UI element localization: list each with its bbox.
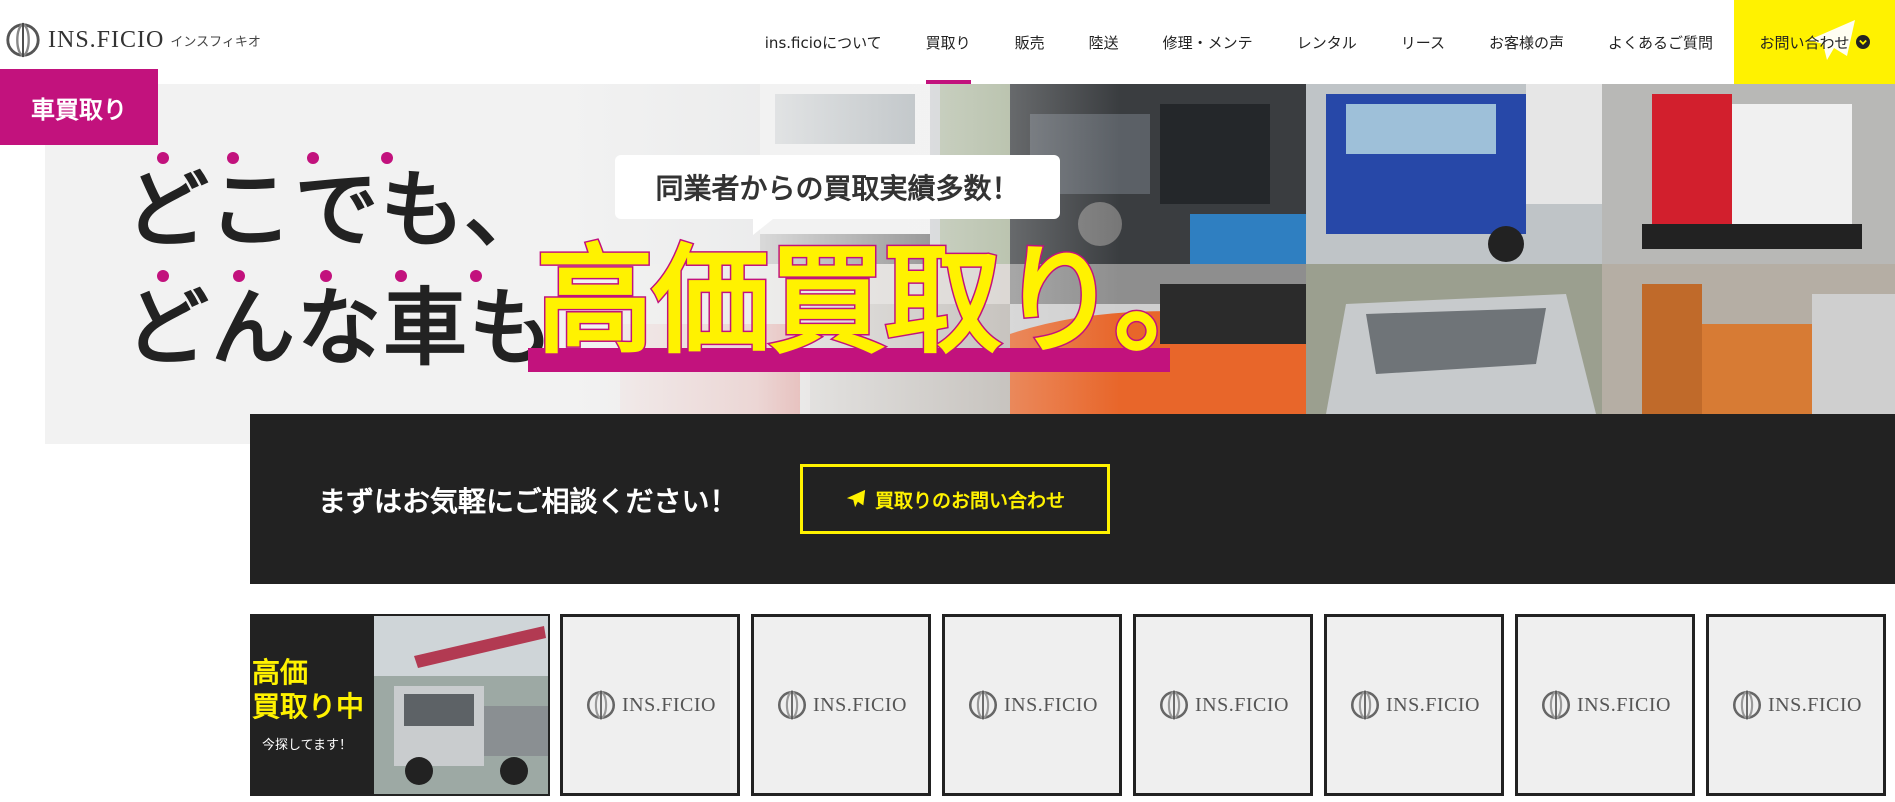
logo-mark-icon: [968, 690, 998, 720]
forklift-image: [1602, 264, 1895, 414]
hero-headline-line2: どんな車も: [125, 279, 556, 377]
logo-mark-icon: [777, 690, 807, 720]
feature-sub: 今探してます！: [262, 738, 352, 753]
contact-button[interactable]: お問い合わせ: [1734, 0, 1895, 84]
feature-line2-text: 買取り中: [252, 689, 365, 723]
placeholder-logo-text: INS.FICIO: [1386, 693, 1480, 716]
logo-subtitle: インスフィキオ: [170, 34, 261, 50]
placeholder-logo: INS.FICIO: [584, 688, 716, 722]
nav-item-buy[interactable]: 買取り: [904, 0, 993, 84]
speech-bubble: 同業者からの買取実績多数！: [615, 155, 1060, 235]
crane-truck-image: [374, 616, 548, 794]
placeholder-logo: INS.FICIO: [1730, 688, 1862, 722]
nav-item-testimonials[interactable]: お客様の声: [1467, 0, 1586, 84]
nav-item-sales[interactable]: 販売: [993, 0, 1067, 84]
photo-forklift: [1602, 264, 1895, 414]
nav-item-rental[interactable]: レンタル: [1275, 0, 1379, 84]
placeholder-logo-text: INS.FICIO: [813, 693, 907, 716]
harvester-image: [1602, 84, 1895, 264]
hero-headline-line1: どこでも、: [125, 161, 550, 259]
contact-button-label: お問い合わせ: [1759, 33, 1850, 52]
logo-text: INS.FICIO: [48, 26, 165, 53]
logo-mark-icon: [6, 22, 40, 58]
listing-thumbnail[interactable]: INS.FICIO: [942, 614, 1122, 796]
photo-harvester: [1602, 84, 1895, 264]
hero-big-text: 高価買取り。: [535, 232, 1234, 370]
listing-thumbnails: 高価 買取り中 今探してます！ INS.FICIO INS.FICIO INS.…: [250, 614, 1895, 796]
main-nav: ins.ficioについて 買取り 販売 陸送 修理・メンテ レンタル リース …: [743, 0, 1735, 84]
nav-item-lease[interactable]: リース: [1379, 0, 1467, 84]
photo-silver-van: [1306, 264, 1602, 414]
van-image: [1306, 264, 1602, 414]
placeholder-logo: INS.FICIO: [1539, 688, 1671, 722]
cta-text: まずはお気軽にご相談ください！: [318, 485, 738, 518]
photo-blue-truck: [1306, 84, 1602, 264]
chevron-down-icon: [1855, 35, 1870, 49]
truck-image: [1306, 84, 1602, 264]
placeholder-logo: INS.FICIO: [966, 688, 1098, 722]
placeholder-logo-text: INS.FICIO: [1768, 693, 1862, 716]
listing-thumbnail[interactable]: INS.FICIO: [1133, 614, 1313, 796]
logo-mark-icon: [1159, 690, 1189, 720]
cta-band: まずはお気軽にご相談ください！ 買取りのお問い合わせ: [250, 414, 1895, 584]
buy-inquiry-button[interactable]: 買取りのお問い合わせ: [800, 464, 1110, 534]
listing-thumbnail[interactable]: INS.FICIO: [1324, 614, 1504, 796]
site-header: INS.FICIO インスフィキオ ins.ficioについて 買取り 販売 陸…: [0, 0, 1895, 84]
feature-label: 高価 買取り中 今探してます！: [252, 616, 374, 794]
listing-thumbnail[interactable]: INS.FICIO: [560, 614, 740, 796]
logo-mark-icon: [586, 690, 616, 720]
listing-thumbnail[interactable]: INS.FICIO: [1706, 614, 1886, 796]
placeholder-logo: INS.FICIO: [1348, 688, 1480, 722]
placeholder-logo-text: INS.FICIO: [622, 693, 716, 716]
logo-mark-icon: [1732, 690, 1762, 720]
placeholder-logo-text: INS.FICIO: [1577, 693, 1671, 716]
section-tag: 車買取り: [0, 69, 158, 145]
placeholder-logo-text: INS.FICIO: [1004, 693, 1098, 716]
nav-item-about[interactable]: ins.ficioについて: [743, 0, 904, 84]
feature-line1: 高価 買取り中: [252, 656, 364, 723]
listing-thumbnail[interactable]: INS.FICIO: [1515, 614, 1695, 796]
listing-thumbnail[interactable]: INS.FICIO: [751, 614, 931, 796]
buy-inquiry-label: 買取りのお問い合わせ: [874, 489, 1065, 512]
feature-line1-text: 高価: [252, 656, 309, 689]
logo-mark-icon: [1350, 690, 1380, 720]
placeholder-logo: INS.FICIO: [1157, 688, 1289, 722]
paper-plane-icon: [846, 489, 866, 508]
nav-item-transport[interactable]: 陸送: [1067, 0, 1141, 84]
placeholder-logo-text: INS.FICIO: [1195, 693, 1289, 716]
feature-card[interactable]: 高価 買取り中 今探してます！: [250, 614, 550, 796]
nav-item-faq[interactable]: よくあるご質問: [1586, 0, 1735, 84]
placeholder-logo: INS.FICIO: [775, 688, 907, 722]
hero-big-copy: 高価買取り。: [528, 238, 1233, 372]
logo-mark-icon: [1541, 690, 1571, 720]
nav-item-repair[interactable]: 修理・メンテ: [1141, 0, 1275, 84]
site-logo[interactable]: INS.FICIO インスフィキオ: [4, 20, 261, 60]
